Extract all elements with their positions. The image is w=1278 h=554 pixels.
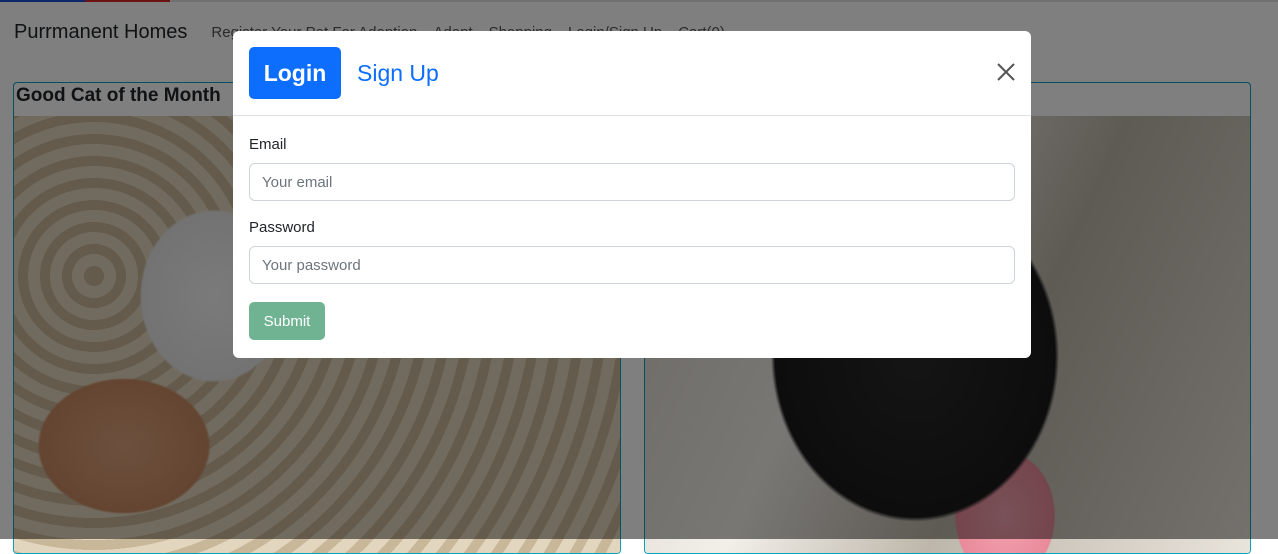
password-group: Password bbox=[249, 219, 1015, 284]
close-icon bbox=[997, 63, 1015, 81]
signup-tab[interactable]: Sign Up bbox=[357, 47, 439, 99]
login-tab[interactable]: Login bbox=[249, 47, 341, 99]
login-modal: Login Sign Up Email Password Submit bbox=[233, 31, 1031, 358]
close-button[interactable] bbox=[995, 61, 1017, 83]
email-group: Email bbox=[249, 136, 1015, 201]
modal-body: Email Password Submit bbox=[233, 116, 1031, 340]
password-label: Password bbox=[249, 219, 315, 236]
modal-header: Login Sign Up bbox=[233, 31, 1031, 116]
password-field[interactable] bbox=[249, 246, 1015, 284]
submit-button[interactable]: Submit bbox=[249, 302, 325, 340]
email-field[interactable] bbox=[249, 163, 1015, 201]
email-label: Email bbox=[249, 136, 287, 153]
